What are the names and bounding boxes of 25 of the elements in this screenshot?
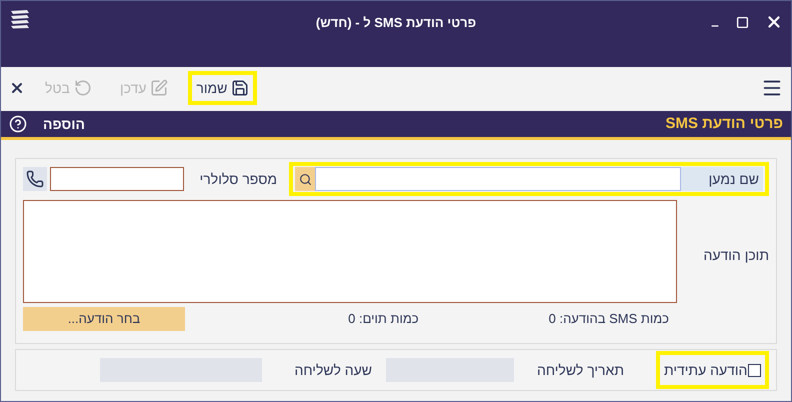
undo-icon (74, 79, 92, 97)
future-message-checkbox[interactable]: הודעה עתידית (656, 351, 769, 389)
message-label: תוכן הודעה (702, 246, 769, 265)
section-title: פרטי הודעת SMS (665, 114, 783, 134)
search-icon (298, 172, 312, 186)
search-button[interactable] (295, 167, 315, 191)
mode-label: הוספה (43, 114, 85, 134)
send-date-label: תאריך לשליחה (536, 360, 624, 380)
cell-field[interactable] (50, 167, 184, 191)
help-icon[interactable] (9, 115, 27, 133)
close-icon[interactable] (9, 80, 25, 96)
recipient-label: שם נמען (681, 167, 763, 191)
cell-label: מספר סלולרי (200, 170, 277, 188)
maximize-icon[interactable] (736, 16, 749, 28)
window-title: פרטי הודעת SMS ל - (חדש) (316, 14, 476, 32)
choose-message-button[interactable]: בחר הודעה... (23, 307, 185, 331)
call-button[interactable] (23, 167, 47, 191)
pencil-icon (150, 79, 168, 97)
stack-logo-icon (9, 9, 31, 29)
save-button[interactable]: שמור (188, 71, 258, 105)
message-field[interactable] (23, 200, 676, 303)
checkbox-box[interactable] (748, 364, 761, 376)
recipient-field[interactable] (315, 167, 681, 191)
phone-icon (26, 170, 44, 188)
send-time-label: שעה לשליחה (294, 360, 372, 380)
